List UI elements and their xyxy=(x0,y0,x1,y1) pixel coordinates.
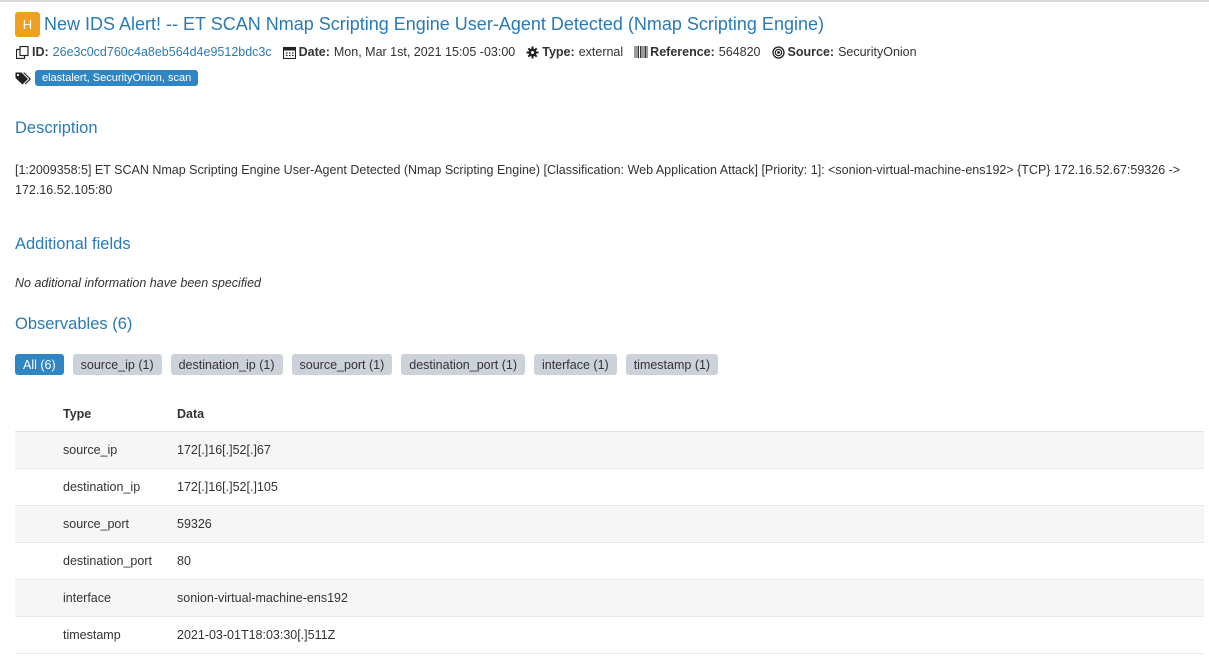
filter-source-port-button[interactable]: source_port (1) xyxy=(291,354,393,375)
row-type: timestamp xyxy=(63,628,121,642)
row-data: sonion-virtual-machine-ens192 xyxy=(177,591,348,605)
barcode-icon xyxy=(633,45,648,59)
source-value: SecurityOnion xyxy=(838,45,917,59)
additional-fields-empty: No aditional information have been speci… xyxy=(15,276,261,290)
meta-row: ID: 26e3c0cd760c4a8eb564d4e9512bdc3c Dat… xyxy=(15,45,927,59)
tags-row: elastalert, SecurityOnion, scan xyxy=(15,70,199,86)
table-row[interactable]: destination_port 80 xyxy=(15,543,1204,580)
tags-badge[interactable]: elastalert, SecurityOnion, scan xyxy=(35,70,199,86)
observables-table: Type Data source_ip 172[.]16[.]52[.]67 d… xyxy=(15,396,1204,654)
row-type: interface xyxy=(63,591,111,605)
filter-source-ip-button[interactable]: source_ip (1) xyxy=(72,354,162,375)
source-label: Source: xyxy=(787,45,835,59)
date-label: Date: xyxy=(298,45,330,59)
severity-badge: H xyxy=(15,12,40,37)
tags-icon xyxy=(15,71,32,85)
row-data: 2021-03-01T18:03:30[.]511Z xyxy=(177,628,336,642)
calendar-icon xyxy=(282,45,297,59)
observable-filters: All (6) source_ip (1) destination_ip (1)… xyxy=(15,354,727,375)
row-type: destination_port xyxy=(63,554,152,568)
row-type: source_ip xyxy=(63,443,118,457)
filter-timestamp-button[interactable]: timestamp (1) xyxy=(625,354,719,375)
row-data: 59326 xyxy=(177,517,212,531)
cog-icon xyxy=(525,45,540,59)
meta-type: Type: external xyxy=(525,45,623,59)
id-value-link[interactable]: 26e3c0cd760c4a8eb564d4e9512bdc3c xyxy=(53,45,272,59)
row-type: source_port xyxy=(63,517,130,531)
reference-label: Reference: xyxy=(650,45,715,59)
filter-destination-ip-button[interactable]: destination_ip (1) xyxy=(170,354,283,375)
reference-value: 564820 xyxy=(718,45,761,59)
row-type: destination_ip xyxy=(63,480,141,494)
bullseye-icon xyxy=(771,45,786,59)
row-data: 172[.]16[.]52[.]67 xyxy=(177,443,271,457)
meta-source: Source: SecurityOnion xyxy=(771,45,917,59)
table-header: Type Data xyxy=(15,396,1204,432)
additional-fields-heading: Additional fields xyxy=(15,235,131,253)
title-row: H New IDS Alert! -- ET SCAN Nmap Scripti… xyxy=(15,12,824,37)
date-value: Mon, Mar 1st, 2021 15:05 -03:00 xyxy=(333,45,516,59)
top-divider xyxy=(0,0,1209,2)
table-row[interactable]: source_port 59326 xyxy=(15,506,1204,543)
column-data-header[interactable]: Data xyxy=(177,407,1204,421)
table-row[interactable]: source_ip 172[.]16[.]52[.]67 xyxy=(15,432,1204,469)
alert-title: New IDS Alert! -- ET SCAN Nmap Scripting… xyxy=(44,14,824,34)
table-row[interactable]: destination_ip 172[.]16[.]52[.]105 xyxy=(15,469,1204,506)
row-data: 172[.]16[.]52[.]105 xyxy=(177,480,278,494)
type-value: external xyxy=(578,45,624,59)
table-row[interactable]: timestamp 2021-03-01T18:03:30[.]511Z xyxy=(15,617,1204,654)
id-label: ID: xyxy=(32,45,49,59)
column-type-header[interactable]: Type xyxy=(15,407,177,421)
table-row[interactable]: interface sonion-virtual-machine-ens192 xyxy=(15,580,1204,617)
observables-heading: Observables (6) xyxy=(15,315,133,333)
row-data: 80 xyxy=(177,554,191,568)
copy-icon[interactable] xyxy=(15,45,30,59)
description-text: [1:2009358:5] ET SCAN Nmap Scripting Eng… xyxy=(15,163,1181,197)
meta-id: ID: 26e3c0cd760c4a8eb564d4e9512bdc3c xyxy=(15,45,272,59)
type-label: Type: xyxy=(542,45,575,59)
filter-destination-port-button[interactable]: destination_port (1) xyxy=(401,354,525,375)
table-body: source_ip 172[.]16[.]52[.]67 destination… xyxy=(15,432,1204,654)
filter-all-button[interactable]: All (6) xyxy=(15,354,64,375)
description-heading: Description xyxy=(15,119,98,137)
filter-interface-button[interactable]: interface (1) xyxy=(533,354,617,375)
meta-reference: Reference: 564820 xyxy=(633,45,761,59)
meta-date: Date: Mon, Mar 1st, 2021 15:05 -03:00 xyxy=(282,45,516,59)
